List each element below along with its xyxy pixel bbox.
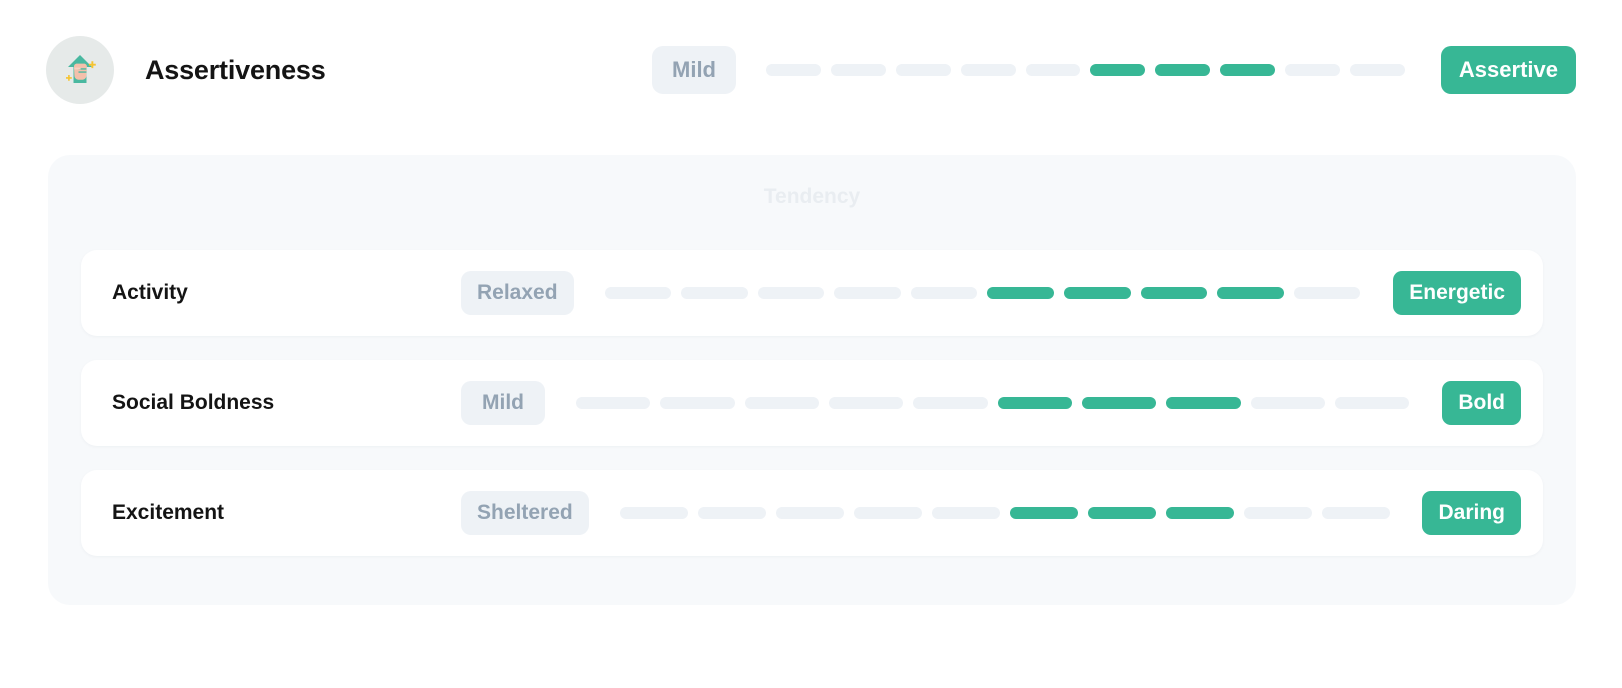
trait-scale-track[interactable]	[604, 287, 1361, 299]
scale-segment-empty[interactable]	[757, 287, 825, 299]
scale-segment-empty[interactable]	[766, 64, 821, 76]
header-scale-right-label[interactable]: Assertive	[1440, 46, 1576, 94]
scale-segment-filled[interactable]	[1064, 287, 1131, 299]
scale-segment-empty[interactable]	[828, 397, 904, 409]
scale-segment-empty[interactable]	[830, 64, 886, 76]
scale-segment-empty[interactable]	[853, 507, 922, 519]
scale-segment-empty[interactable]	[1334, 397, 1410, 409]
trait-scale: Sheltered Daring	[461, 491, 1521, 535]
scale-segment-empty[interactable]	[1321, 507, 1390, 519]
tendency-panel: Tendency Activity Relaxed Energetic Social …	[48, 155, 1576, 605]
trait-left-label[interactable]: Relaxed	[461, 271, 574, 315]
scale-segment-filled[interactable]	[1166, 397, 1241, 409]
header-scale-left-label[interactable]: Mild	[652, 46, 736, 94]
trait-right-label[interactable]: Daring	[1422, 491, 1521, 535]
trait-scale: Mild Bold	[461, 381, 1521, 425]
assertiveness-fist-arrow-icon	[46, 36, 114, 104]
trait-row: Social Boldness Mild Bold	[81, 360, 1543, 446]
scale-segment-empty[interactable]	[1243, 507, 1312, 519]
trait-left-label[interactable]: Mild	[461, 381, 545, 425]
scale-segment-filled[interactable]	[997, 397, 1072, 409]
header-scale-track[interactable]	[766, 64, 1405, 76]
header-scale: Mild Assertive	[652, 36, 1576, 104]
scale-segment-empty[interactable]	[931, 507, 1000, 519]
scale-segment-empty[interactable]	[744, 397, 819, 409]
trait-left-label[interactable]: Sheltered	[461, 491, 589, 535]
scale-segment-empty[interactable]	[960, 64, 1016, 76]
trait-rows: Activity Relaxed Energetic Social Boldness M…	[81, 250, 1543, 556]
trait-scale-track[interactable]	[619, 507, 1390, 519]
trait-name: Social Boldness	[112, 391, 275, 414]
scale-segment-filled[interactable]	[1140, 287, 1208, 299]
scale-segment-filled[interactable]	[1220, 64, 1276, 76]
scale-segment-empty[interactable]	[913, 397, 988, 409]
scale-segment-empty[interactable]	[1350, 64, 1405, 76]
scale-segment-empty[interactable]	[604, 287, 672, 299]
scale-segment-empty[interactable]	[1293, 287, 1361, 299]
scale-segment-empty[interactable]	[576, 397, 651, 409]
scale-segment-empty[interactable]	[775, 507, 844, 519]
scale-segment-filled[interactable]	[987, 287, 1055, 299]
scale-segment-filled[interactable]	[1217, 287, 1284, 299]
header-row: Assertiveness Mild Assertive	[46, 36, 1576, 104]
scale-segment-filled[interactable]	[1087, 507, 1156, 519]
scale-segment-filled[interactable]	[1009, 507, 1078, 519]
scale-segment-filled[interactable]	[1090, 64, 1146, 76]
panel-heading: Tendency	[763, 185, 861, 208]
scale-segment-empty[interactable]	[1250, 397, 1325, 409]
scale-segment-empty[interactable]	[681, 287, 748, 299]
scale-segment-empty[interactable]	[1285, 64, 1341, 76]
page-title: Assertiveness	[145, 54, 326, 85]
trait-row: Activity Relaxed Energetic	[81, 250, 1543, 336]
scale-segment-empty[interactable]	[910, 287, 978, 299]
assertiveness-trait-panel: Assertiveness Mild Assertive Tendency Ac…	[0, 0, 1622, 688]
scale-segment-filled[interactable]	[1165, 507, 1234, 519]
trait-right-label[interactable]: Bold	[1442, 381, 1521, 425]
scale-segment-empty[interactable]	[834, 287, 901, 299]
scale-segment-empty[interactable]	[697, 507, 766, 519]
trait-scale: Relaxed Energetic	[461, 271, 1521, 315]
trait-scale-track[interactable]	[576, 397, 1410, 409]
scale-segment-filled[interactable]	[1155, 64, 1211, 76]
scale-segment-empty[interactable]	[619, 507, 688, 519]
scale-segment-empty[interactable]	[660, 397, 735, 409]
scale-segment-empty[interactable]	[1025, 64, 1081, 76]
trait-row: Excitement Sheltered Daring	[81, 470, 1543, 556]
scale-segment-filled[interactable]	[1081, 397, 1157, 409]
trait-name: Excitement	[112, 501, 225, 524]
scale-segment-empty[interactable]	[895, 64, 951, 76]
trait-right-label[interactable]: Energetic	[1393, 271, 1521, 315]
trait-name: Activity	[112, 281, 188, 304]
